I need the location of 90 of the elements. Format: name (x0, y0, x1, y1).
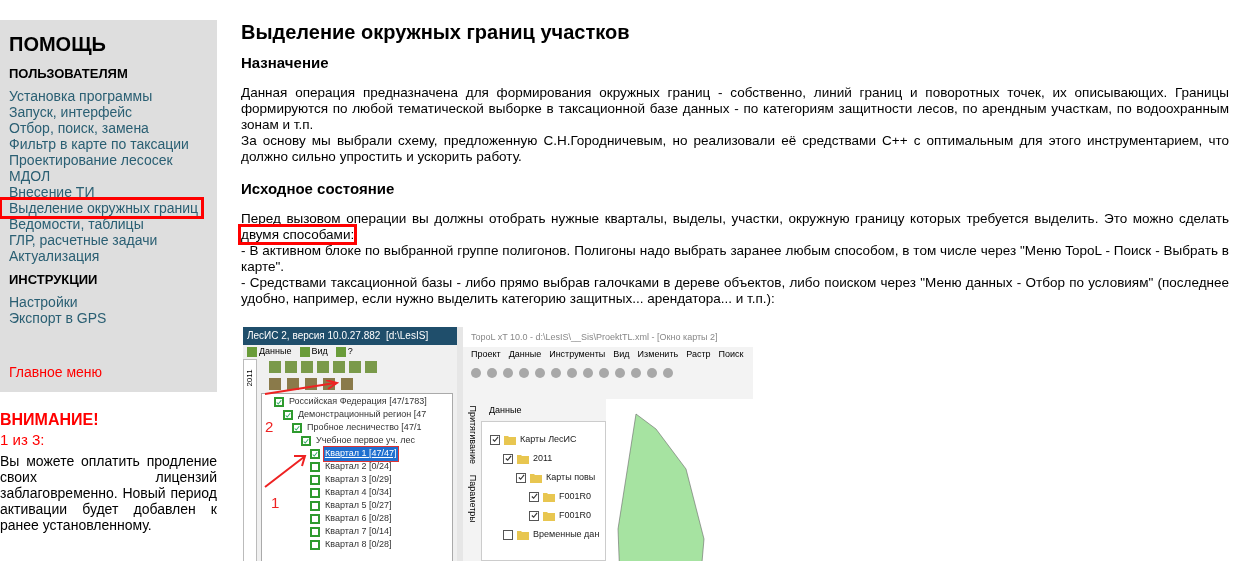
tree-checkbox[interactable] (529, 510, 539, 521)
folder-icon (504, 434, 516, 445)
sidebar-link[interactable]: Запуск, интерфейс (9, 104, 133, 120)
tree-checkbox[interactable] (310, 514, 320, 524)
section-heading: ПОЛЬЗОВАТЕЛЯМ (9, 66, 129, 82)
menu-item[interactable]: Инструменты (549, 348, 606, 362)
annotation-number: 1 (271, 495, 280, 511)
menu-item[interactable]: Вид (613, 348, 630, 362)
menu-item[interactable]: ? (335, 345, 353, 359)
tree-item[interactable]: Квартал 7 [0/14] (324, 525, 393, 539)
annotation-number: 2 (265, 419, 274, 435)
tree-item[interactable]: Временные дан (533, 527, 600, 542)
sidebar-link[interactable]: Выделение окружных границ (2, 200, 202, 216)
notice-title: ВНИМАНИЕ! (0, 410, 100, 430)
tree-checkbox[interactable] (310, 475, 320, 485)
sidebar-title: ПОМОЩЬ (9, 32, 107, 56)
sidebar-link[interactable]: ГЛР, расчетные задачи (9, 232, 158, 248)
paragraph: Данная операция предназначена для формирования окружных границ - собственно, линий границ и поворотных точек, их описывающих. Границы формируются по любой тематической выборке в таксационной базе данных - по категориям защитности лесов, по арендным участкам, по водоохранным зонам и т.п. За основу мы выбрали схему, предложенную С.Н.Городничевым, но реализовали её средствами С++ с оптимальным для этого инструментарием, что должно сильно упростить и ускорить работу. (241, 85, 1229, 165)
menu-item[interactable]: Данные (247, 345, 292, 359)
sidebar-link[interactable]: Ведомости, таблицы (9, 216, 144, 232)
menu-item[interactable]: Изменить (637, 348, 679, 362)
paragraph: Перед вызовом операции вы должны отобрать нужные кварталы, выделы, участки, окружную границу которых требуется выделить. Это можно сделать двумя способами: - В активном блоке по выбранной группе полигонов. Полигоны надо выбрать заранее любым способом, в том числе через "Меню TopoL - Поиск - Выбрать в карте". - Средствами таксационной базы - либо прямо выбрав галочками в дереве объектов, либо поиском через "Меню данных - Отбор по условиям" (последнее удобно, например, если нужно выделить категорию защитных... арендатора... и т.п.): (241, 211, 1229, 307)
tree-item[interactable]: Карты повы (546, 470, 596, 485)
tree-item[interactable]: Квартал 6 [0/28] (324, 512, 393, 526)
sidebar-link[interactable]: Фильтр в карте по таксации (9, 136, 189, 152)
tree-checkbox[interactable] (516, 472, 526, 483)
tree-item[interactable]: Квартал 5 [0/27] (324, 499, 393, 513)
sidebar-link[interactable]: Актуализация (9, 248, 100, 264)
menu-icon (335, 346, 346, 357)
sidebar-link[interactable]: Установка программы (9, 88, 153, 104)
tree-checkbox[interactable] (529, 491, 539, 502)
folder-icon (543, 510, 555, 521)
tree-checkbox[interactable] (310, 540, 320, 550)
tree-checkbox[interactable] (310, 527, 320, 537)
sidebar-link[interactable]: Проектирование лесосек (9, 152, 173, 168)
tree-checkbox[interactable] (274, 397, 284, 407)
folder-icon (530, 472, 542, 483)
side-tab[interactable]: 2011 (243, 358, 257, 561)
tree-checkbox[interactable] (310, 501, 320, 511)
arrow-icon (263, 380, 339, 396)
sidebar-link[interactable]: Отбор, поиск, замена (9, 120, 149, 136)
notice-text: Вы можете оплатить продление своих лицензий заблаговременно. Новый период активации будет добавлен к ранее установленному. (0, 453, 217, 533)
tree-item[interactable]: Квартал 1 [47/47] (324, 447, 398, 461)
arrow-icon (263, 453, 307, 489)
tree-item[interactable]: Карты ЛесИС (520, 432, 577, 447)
notice-counter: 1 из 3: (0, 430, 46, 450)
folder-icon (517, 453, 529, 464)
tree-item[interactable]: Квартал 3 [0/29] (324, 473, 393, 487)
tree-checkbox[interactable] (310, 462, 320, 472)
tree-checkbox[interactable] (301, 436, 311, 446)
sidebar-link[interactable]: Внесение ТИ (9, 184, 95, 200)
sidebar-link[interactable]: Экспорт в GPS (9, 310, 107, 326)
tree-checkbox[interactable] (283, 410, 293, 420)
tree-item[interactable]: Квартал 2 [0/24] (324, 460, 393, 474)
tree-checkbox[interactable] (310, 488, 320, 498)
tree-item[interactable]: Учебное первое уч. лес (315, 434, 416, 448)
panel-title: Данные (488, 404, 523, 417)
sidebar-link[interactable]: МДОЛ (9, 168, 51, 184)
window-title: TopoL xT 10.0 - d:\LesIS\__Sis\ProektTL.xml - [Окно карты 2] (463, 327, 753, 347)
tree-item[interactable]: F001R0 (559, 489, 592, 504)
section-heading: Исходное состояние (241, 179, 396, 199)
menu-item[interactable]: Поиск (718, 348, 744, 362)
side-tab[interactable]: Притягивание (465, 405, 479, 465)
tree-checkbox[interactable] (292, 423, 302, 433)
tree-checkbox[interactable] (503, 453, 513, 464)
menu-item[interactable]: Вид (299, 345, 328, 359)
menu-item[interactable]: Данные (508, 348, 542, 362)
folder-icon (543, 491, 555, 502)
tree-item[interactable]: Квартал 4 [0/34] (324, 486, 393, 500)
tree-checkbox[interactable] (310, 449, 320, 459)
window-title: ЛесИС 2, версия 10.0.27.882 [d:\LesIS] (243, 327, 457, 345)
menu-item[interactable]: Проект (471, 348, 501, 362)
sidebar-link[interactable]: Настройки (9, 294, 78, 310)
menu-icon (247, 346, 257, 357)
article-title: Выделение окружных границ участков (241, 20, 631, 44)
section-heading: Назначение (241, 53, 330, 73)
tree-checkbox[interactable] (490, 434, 500, 445)
tree-item[interactable]: Квартал 8 [0/28] (324, 538, 393, 552)
tree-item[interactable]: 2011 (533, 451, 553, 466)
tree-item[interactable]: F001R0 (559, 508, 592, 523)
tree-item[interactable]: Демонстрационный регион [47 (297, 408, 428, 422)
menu-item[interactable]: Растр (686, 348, 711, 362)
tree-item[interactable]: Российская Федерация [47/1783] (288, 395, 428, 409)
menu-icon (299, 346, 310, 357)
toolbar-icon[interactable] (287, 378, 299, 390)
tree-item[interactable]: Пробное лесничество [47/1 (306, 421, 423, 435)
section-heading: ИНСТРУКЦИИ (9, 272, 99, 288)
tree-checkbox[interactable] (503, 529, 513, 540)
side-tab[interactable]: Параметры (465, 475, 479, 523)
folder-icon (517, 529, 529, 540)
